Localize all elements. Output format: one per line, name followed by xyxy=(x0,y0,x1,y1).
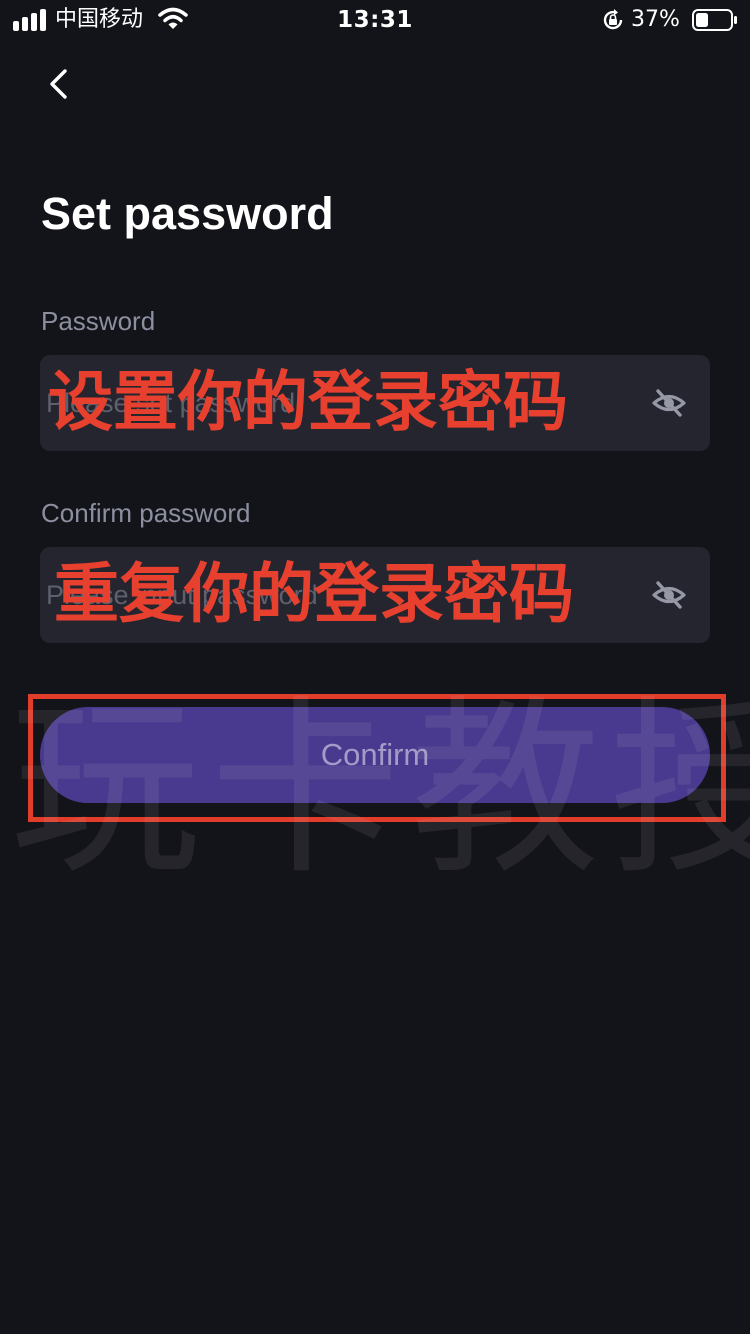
status-bar: 中国移动 13:31 37% xyxy=(0,0,750,40)
rotation-lock-icon xyxy=(603,9,623,30)
password-input[interactable] xyxy=(46,355,626,451)
confirm-password-label: Confirm password xyxy=(41,498,251,528)
confirm-password-input[interactable] xyxy=(46,547,626,643)
password-field[interactable]: 设置你的登录密码 xyxy=(40,355,710,451)
confirm-password-field[interactable]: 重复你的登录密码 xyxy=(40,547,710,643)
page-title: Set password xyxy=(41,188,334,239)
confirm-button[interactable]: Confirm xyxy=(40,707,710,803)
battery-percentage: 37% xyxy=(631,7,680,32)
eye-off-icon[interactable] xyxy=(652,386,686,420)
password-label: Password xyxy=(41,306,156,336)
eye-off-icon[interactable] xyxy=(652,578,686,612)
battery-icon xyxy=(692,9,737,31)
back-button[interactable] xyxy=(36,60,80,108)
chevron-left-icon xyxy=(50,69,67,99)
